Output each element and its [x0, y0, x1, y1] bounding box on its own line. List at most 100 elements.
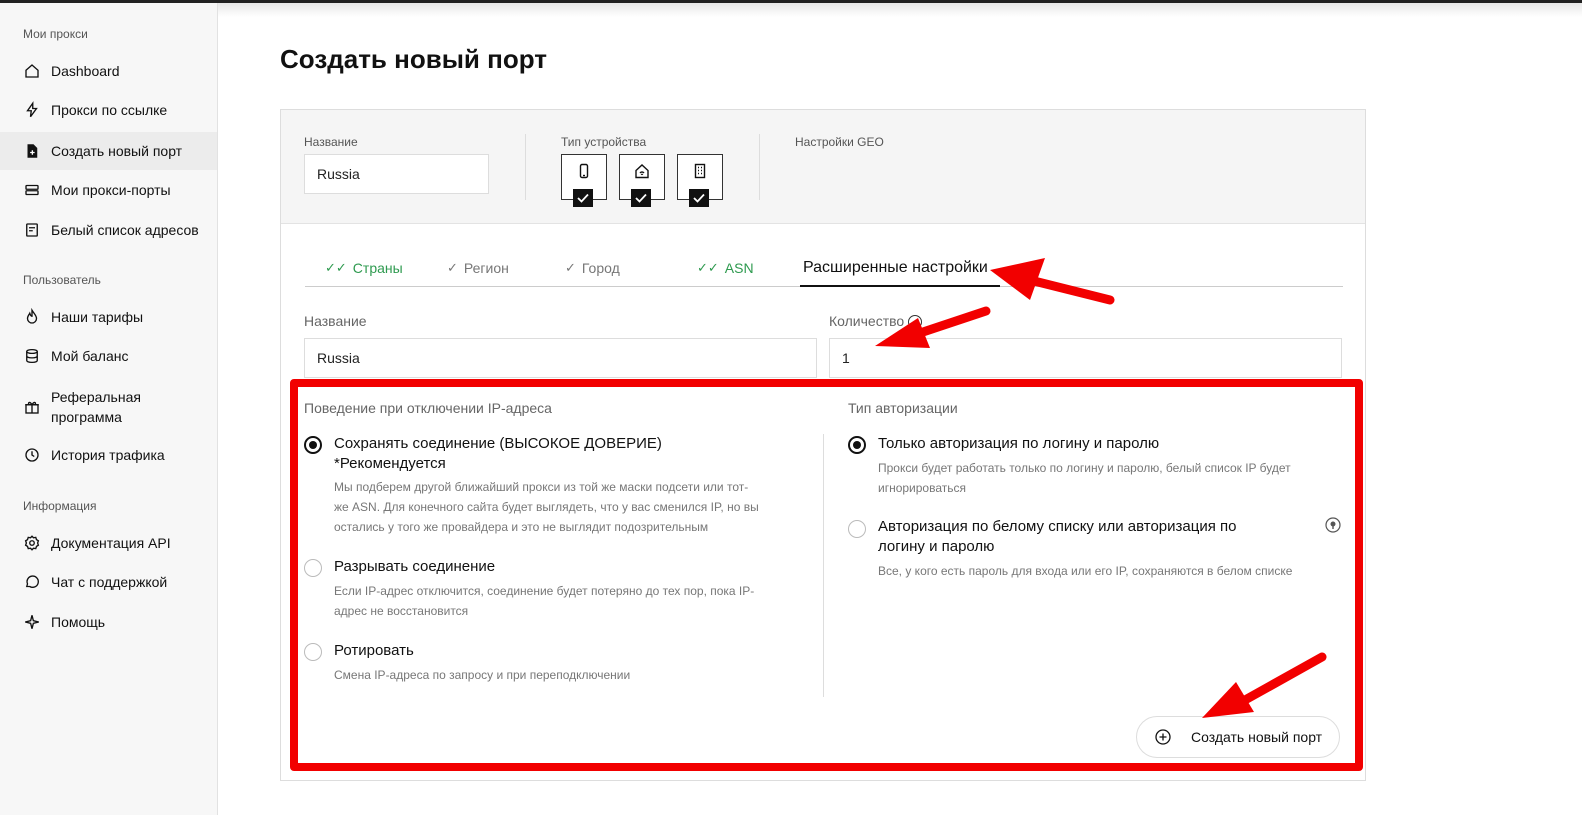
active-tab-underline — [800, 285, 1000, 287]
sidebar-section-user: Пользователь — [23, 273, 101, 287]
sidebar-item-traffic-history[interactable]: История трафика — [0, 436, 217, 474]
tab-label: Расширенные настройки — [803, 259, 988, 276]
sidebar-item-proxy-by-link[interactable]: Прокси по ссылке — [0, 91, 217, 129]
tab-asn[interactable]: ✓✓ ASN — [697, 257, 754, 279]
title-line: Авторизация по белому списку или авториз… — [878, 518, 1237, 535]
option-login-password-desc: Прокси будет работать только по логину и… — [878, 458, 1291, 498]
title-line: Сохранять соединение (ВЫСОКОЕ ДОВЕРИЕ) — [334, 435, 662, 452]
building-icon — [694, 163, 706, 179]
sidebar-item-referral[interactable]: Реферальная программа — [0, 387, 217, 433]
sidebar-item-dashboard[interactable]: Dashboard — [0, 52, 217, 90]
sidebar-item-support-chat[interactable]: Чат с поддержкой — [0, 563, 217, 601]
sidebar-item-create-port[interactable]: Создать новый порт — [0, 132, 217, 170]
sidebar-item-label: Прокси по ссылке — [51, 102, 168, 118]
count-label-text: Количество — [829, 313, 905, 329]
sidebar-item-label: Белый список адресов — [51, 222, 199, 238]
desc-line: адрес не восстановится — [334, 604, 469, 618]
sidebar-item-label: Наши тарифы — [51, 309, 144, 325]
device-type-label: Тип устройства — [561, 135, 647, 149]
tab-region[interactable]: ✓ Регион — [447, 257, 509, 279]
clock-icon — [23, 446, 41, 464]
desc-line: же ASN. Для конечного сайта будет выгляд… — [334, 500, 759, 514]
create-port-button-label: Создать новый порт — [1191, 729, 1323, 745]
gear-icon — [23, 534, 41, 552]
count-input[interactable]: 1 — [829, 338, 1342, 378]
desc-line: игнорироваться — [878, 481, 967, 495]
desc-line: Мы подберем другой ближайший прокси из т… — [334, 480, 749, 494]
home-icon — [23, 62, 41, 80]
gift-icon — [23, 398, 41, 416]
plus-circle-icon — [1155, 729, 1171, 745]
tab-label: Страны — [352, 260, 403, 276]
sidebar-item-help[interactable]: Помощь — [0, 603, 217, 641]
double-check-icon: ✓✓ — [697, 260, 719, 275]
device-home-checkmark-icon — [631, 189, 651, 207]
option-drop-connection-title: Разрывать соединение — [334, 558, 496, 575]
option-keep-connection-desc: Мы подберем другой ближайший прокси из т… — [334, 477, 759, 537]
card-header-panel: Название Russia Тип устройства Настройки… — [281, 110, 1365, 224]
sidebar-item-label: Создать новый порт — [51, 143, 183, 159]
create-port-card: Название Russia Тип устройства Настройки… — [280, 109, 1366, 781]
sparkle-icon — [23, 613, 41, 631]
sidebar-section-my-proxies: Мои прокси — [23, 27, 88, 41]
help-icon[interactable] — [908, 315, 923, 330]
tab-advanced-settings[interactable]: Расширенные настройки — [803, 257, 988, 279]
name-label: Название — [304, 313, 367, 329]
home-wifi-icon — [635, 164, 649, 179]
radio-whitelist-or-login[interactable] — [848, 520, 866, 538]
tab-label: Город — [581, 260, 620, 276]
info-icon[interactable] — [1325, 517, 1341, 533]
option-drop-connection-desc: Если IP-адрес отключится, соединение буд… — [334, 581, 754, 621]
option-rotate-desc: Смена IP-адреса по запросу и при перепод… — [334, 668, 631, 682]
sidebar-item-label: Документация API — [51, 535, 171, 551]
sidebar-item-my-ports[interactable]: Мои прокси-порты — [0, 171, 217, 209]
sidebar-item-label: Мои прокси-порты — [51, 182, 171, 198]
sidebar-item-tariffs[interactable]: Наши тарифы — [0, 298, 217, 336]
tab-label: ASN — [724, 260, 754, 276]
tab-city[interactable]: ✓ Город — [565, 257, 620, 279]
title-line: логину и паролю — [878, 538, 995, 555]
page-title: Создать новый порт — [280, 44, 547, 74]
sidebar-item-label: История трафика — [51, 447, 165, 463]
radio-keep-connection[interactable] — [304, 436, 322, 454]
top-name-input[interactable]: Russia — [304, 154, 489, 194]
desc-line: Прокси будет работать только по логину и… — [878, 461, 1291, 475]
desc-line: Если IP-адрес отключится, соединение буд… — [334, 584, 755, 598]
name-input[interactable]: Russia — [304, 338, 817, 378]
radio-login-password[interactable] — [848, 436, 866, 454]
coins-icon — [23, 347, 41, 365]
title-line: *Рекомендуется — [334, 455, 446, 472]
behavior-heading: Поведение при отключении IP-адреса — [304, 400, 552, 416]
lightning-icon — [23, 101, 41, 119]
sidebar-item-label: Dashboard — [51, 63, 120, 79]
sidebar-item-whitelist[interactable]: Белый список адресов — [0, 211, 217, 249]
divider — [759, 134, 760, 200]
check-icon: ✓ — [565, 260, 576, 275]
option-rotate-title: Ротировать — [334, 642, 414, 659]
device-office-checkmark-icon — [689, 189, 709, 207]
sidebar-item-label: Мой баланс — [51, 348, 129, 364]
sidebar-item-api-docs[interactable]: Документация API — [0, 524, 217, 562]
sidebar-item-label: Реферальная программа — [51, 389, 141, 425]
list-icon — [23, 221, 41, 239]
chat-icon — [23, 573, 41, 591]
file-plus-icon — [23, 142, 41, 160]
sidebar-item-balance[interactable]: Мой баланс — [0, 337, 217, 375]
top-shadow — [218, 3, 1582, 17]
sidebar-section-info: Информация — [23, 499, 97, 513]
count-label: Количество — [829, 313, 923, 330]
radio-drop-connection[interactable] — [304, 559, 322, 577]
sidebar-item-label: Чат с поддержкой — [51, 574, 168, 590]
create-port-button[interactable]: Создать новый порт — [1136, 716, 1340, 758]
double-check-icon: ✓✓ — [325, 260, 347, 275]
tab-label: Регион — [463, 260, 509, 276]
option-login-password-title: Только авторизация по логину и паролю — [878, 435, 1160, 452]
flame-icon — [23, 308, 41, 326]
phone-icon — [579, 163, 589, 179]
tab-countries[interactable]: ✓✓ Страны — [325, 257, 403, 279]
option-whitelist-title: Авторизация по белому списку или авториз… — [878, 517, 1236, 557]
sidebar-item-label: Помощь — [51, 614, 106, 630]
desc-line: остались у того же провайдера и это не в… — [334, 520, 709, 534]
device-mobile-checkmark-icon — [573, 189, 593, 207]
radio-rotate[interactable] — [304, 643, 322, 661]
